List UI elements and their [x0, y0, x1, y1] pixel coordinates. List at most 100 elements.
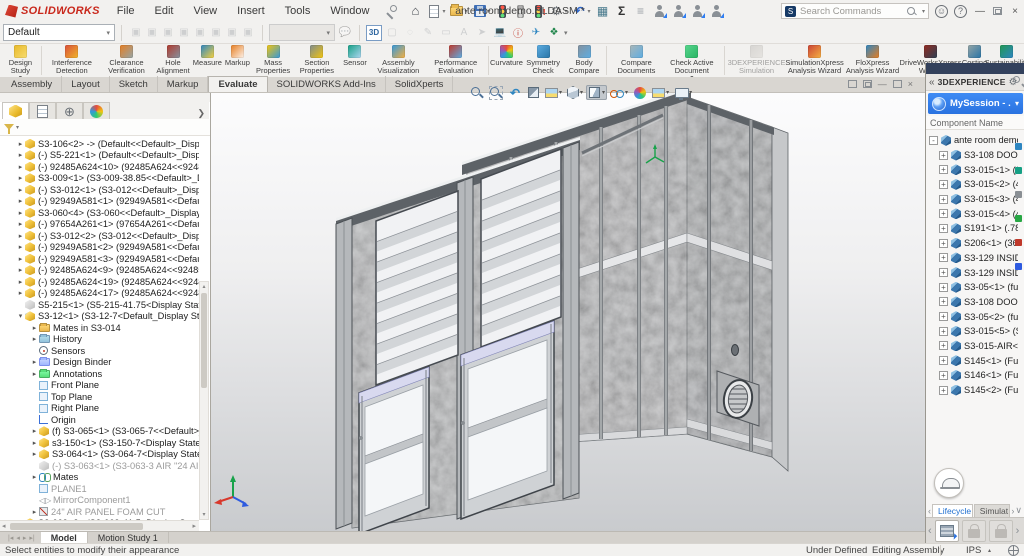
tab-simulat[interactable]: Simulat [973, 504, 1011, 517]
tab-motion-study-1[interactable]: Motion Study 1 [88, 532, 169, 543]
dropdown-caret-icon[interactable]: ▾ [666, 89, 669, 96]
component-item[interactable]: + S3-015<2> (42" [926, 177, 1018, 192]
check-active-document-button[interactable]: Check Active Document▾ [663, 44, 721, 81]
expand-box-icon[interactable]: + [939, 165, 948, 175]
hide-show-items-button[interactable]: ▾ [608, 85, 630, 101]
expand-box-icon[interactable]: + [939, 370, 948, 380]
display-style-button[interactable]: ▾ [586, 85, 608, 100]
component-item[interactable]: + S3-015-AIR<1> [926, 339, 1018, 354]
tab-layout[interactable]: Layout [62, 76, 110, 92]
expand-arrow-icon[interactable]: ▸ [16, 140, 25, 148]
tab-lifecycle[interactable]: Lifecycle [932, 504, 973, 517]
lifecycle-left-icon[interactable]: ‹ [928, 525, 932, 537]
tree-item[interactable]: ◁▷ MirrorComponent1 [0, 495, 199, 507]
panel-tool-icon-6[interactable] [1014, 263, 1022, 270]
assembly-visualization-button[interactable]: Assembly Visualization [370, 44, 427, 77]
zoom-fit-button[interactable] [468, 85, 486, 101]
tree-item[interactable]: ▸ S3-106<2> -> (Default<<Default>_Display… [0, 138, 199, 150]
expand-arrow-icon[interactable]: ▸ [30, 358, 39, 366]
dropdown-caret-icon[interactable]: ▾ [625, 89, 628, 96]
tree-item[interactable]: ▸ (-) 92949A581<2> (92949A581<<Default>_D… [0, 242, 199, 254]
menu-file[interactable]: File [108, 3, 144, 19]
tree-item[interactable]: ▸ Mates in S3-014 [0, 322, 199, 334]
measure-button[interactable]: Measure [192, 44, 222, 77]
tree-item[interactable]: ▸ 24" AIR PANEL FOAM CUT [0, 506, 199, 518]
component-item[interactable]: - ante room demo (De [926, 133, 1018, 148]
filter-icon[interactable] [4, 124, 14, 134]
tree-item[interactable]: ▸ (-) 92485A624<9> (92485A624<<92485A624>… [0, 265, 199, 277]
panel-expand-icon[interactable]: ❯ [197, 108, 209, 119]
units-caret-icon[interactable]: ▴ [988, 547, 991, 554]
save-to-platform-button[interactable] [934, 519, 959, 542]
close-button[interactable]: × [1008, 6, 1022, 17]
component-item[interactable]: + S3-015<5> (S3- [926, 324, 1018, 339]
dropdown-caret-icon[interactable]: ▾ [602, 89, 605, 96]
simulationxpress-analysis-wizard-button[interactable]: SimulationXpress Analysis Wizard [785, 44, 844, 77]
tree-vertical-scrollbar[interactable]: ▴ ▾ [199, 281, 209, 520]
expand-box-icon[interactable]: + [939, 150, 948, 160]
expand-arrow-icon[interactable]: ▸ [16, 220, 25, 228]
expand-arrow-icon[interactable]: ▸ [16, 174, 25, 182]
tree-item[interactable]: ▸ S3-064<1> (S3-064-7<Display State-2>) [0, 449, 199, 461]
tree-item[interactable]: ▸ (-) 97654A261<1> (97654A261<<Default>_D… [0, 219, 199, 231]
expand-arrow-icon[interactable]: ▸ [16, 163, 25, 171]
expand-arrow-icon[interactable]: ▸ [16, 266, 25, 274]
tree-item[interactable]: Sensors [0, 345, 199, 357]
expand-arrow-icon[interactable]: ▾ [16, 312, 25, 320]
expand-arrow-icon[interactable]: ▸ [30, 450, 39, 458]
menu-view[interactable]: View [184, 3, 226, 19]
tab-property-manager[interactable] [29, 102, 56, 119]
tree-item[interactable]: ▸ Design Binder [0, 357, 199, 369]
menu-edit[interactable]: Edit [146, 3, 183, 19]
doc-minimize2-icon[interactable]: — [878, 79, 887, 89]
component-item[interactable]: + S191<1> (.787 ( [926, 221, 1018, 236]
tree-item[interactable]: ▸ (-) 92485A624<17> (92485A624<<92485A624… [0, 288, 199, 300]
tree-item[interactable]: ▸ s3-150<1> (S3-150-7<Display State-8>) [0, 437, 199, 449]
configuration-selector[interactable]: Default ▾ [3, 24, 115, 41]
expand-box-icon[interactable]: + [939, 356, 948, 366]
flow-tabs-left-icon[interactable]: ‹ [928, 506, 931, 517]
expand-arrow-icon[interactable]: ▸ [16, 197, 25, 205]
compare-documents-button[interactable]: Compare Documents [610, 44, 663, 77]
next-tab-icon[interactable]: ▸ [23, 534, 27, 542]
globe-icon[interactable] [1008, 545, 1019, 556]
edit-appearance-button[interactable] [631, 85, 649, 101]
doc-close-icon[interactable]: × [908, 79, 913, 89]
expand-arrow-icon[interactable]: ▸ [30, 473, 39, 481]
prev-tab-icon[interactable]: ◂ [16, 534, 20, 542]
component-item[interactable]: + S146<1> (Fully [926, 368, 1018, 383]
design-study-button[interactable]: Design Study▾ [3, 44, 38, 81]
expand-arrow-icon[interactable]: ▸ [30, 439, 39, 447]
mysession-bar[interactable]: MySession - ... ▾ [928, 93, 1023, 114]
expand-box-icon[interactable]: + [939, 253, 948, 263]
apply-scene-button[interactable]: ▾ [650, 85, 671, 101]
section-properties-button[interactable]: Section Properties [294, 44, 340, 77]
assistant-helmet-button[interactable] [934, 468, 964, 498]
pin-view-icon[interactable]: ❖ [546, 25, 562, 41]
tree-item[interactable]: ▸ S3-009<1> (S3-009-38.85<<Default>_Displ… [0, 173, 199, 185]
collapse-panel-icon[interactable]: « [929, 77, 935, 88]
tab-assembly[interactable]: Assembly [2, 76, 63, 92]
scroll-up-icon[interactable]: ▴ [200, 283, 208, 290]
tree-item[interactable]: ▸ (-) 92949A581<1> (92949A581<<Default>_D… [0, 196, 199, 208]
component-item[interactable]: + S3-108 DOOR & [926, 148, 1018, 163]
dropdown-caret-icon[interactable]: ▾ [559, 89, 562, 96]
expand-box-icon[interactable]: + [939, 194, 948, 204]
scroll-left-icon[interactable]: ◂ [2, 522, 6, 530]
doc-minimize-icon[interactable] [847, 80, 857, 88]
account-icon[interactable]: ☺ [935, 4, 948, 18]
component-item[interactable]: + S3-015<3> (42" [926, 192, 1018, 207]
scrollbar-thumb[interactable] [10, 523, 143, 530]
expand-arrow-icon[interactable]: ▸ [16, 209, 25, 217]
search-icon[interactable] [906, 6, 917, 17]
filter-caret-icon[interactable]: ▾ [16, 124, 19, 131]
zoom-area-button[interactable] [487, 85, 505, 101]
expand-box-icon[interactable]: + [939, 282, 948, 292]
scroll-right-icon[interactable]: ▸ [192, 522, 196, 530]
panel-tool-icon-3[interactable] [1014, 191, 1022, 198]
unit-system-selector[interactable]: IPS [966, 545, 981, 556]
component-item[interactable]: + S3-05<1> (full y [926, 280, 1018, 295]
tree-item[interactable]: ▸ S3-060<4> (S3-060<<Default>_Display Sta… [0, 207, 199, 219]
scroll-down-icon[interactable]: ▾ [200, 511, 208, 518]
expand-box-icon[interactable]: + [939, 385, 948, 395]
